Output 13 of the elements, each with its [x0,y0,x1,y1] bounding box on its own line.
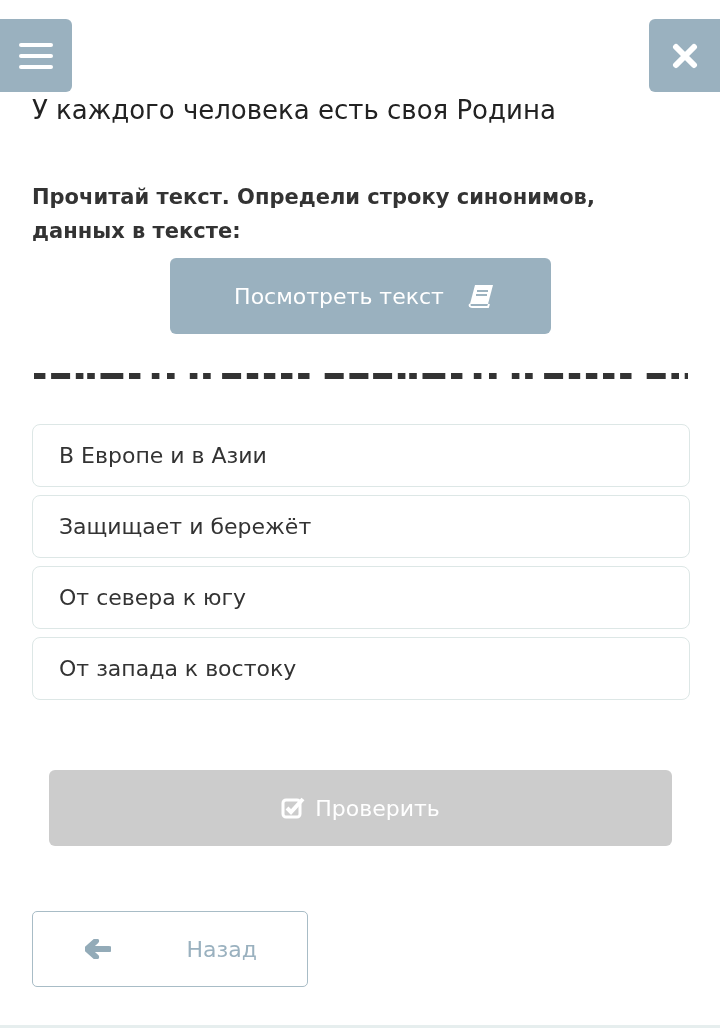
menu-icon [19,42,53,69]
answer-option[interactable]: От запада к востоку [32,637,690,700]
answer-option[interactable]: Защищает и бережёт [32,495,690,558]
menu-button[interactable] [0,19,72,92]
close-icon [671,42,698,69]
book-icon [467,284,494,308]
instruction-text: Прочитай текст. Определи строку синонимов, данных в тексте: [32,184,596,245]
checkbox-icon [281,797,306,819]
answer-option[interactable]: От севера к югу [32,566,690,629]
arrow-left-icon [85,939,111,959]
close-button[interactable] [649,19,720,92]
page-title: У каждого человека есть своя Родина [32,94,557,127]
answer-option[interactable]: В Европе и в Азии [32,424,690,487]
